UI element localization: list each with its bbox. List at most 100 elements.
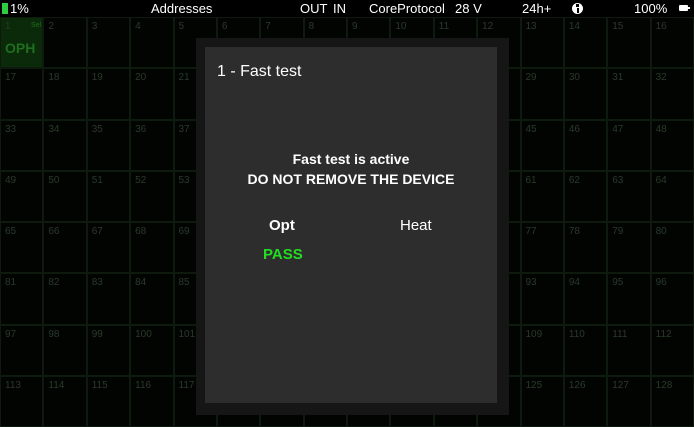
grid-cell[interactable]: 49 (0, 170, 44, 222)
grid-cell[interactable]: 109 (520, 324, 564, 376)
grid-cell[interactable]: 94 (563, 273, 608, 325)
cell-number: 46 (568, 123, 580, 135)
active-message: Fast test is active (292, 151, 410, 167)
grid-cell[interactable]: 82 (43, 273, 87, 325)
grid-cell[interactable]: 97 (0, 324, 44, 376)
cell-number: 19 (91, 72, 103, 84)
cell-number: 94 (568, 277, 580, 289)
grid-cell[interactable]: 111 (607, 324, 651, 376)
grid-cell[interactable]: 113 (0, 375, 44, 427)
grid-cell[interactable]: 110 (563, 324, 608, 376)
cell-number: 110 (568, 328, 585, 340)
grid-cell[interactable]: 114 (43, 375, 87, 427)
grid-cell[interactable]: 15 (607, 17, 651, 69)
grid-cell[interactable]: 128 (650, 375, 694, 427)
grid-cell[interactable]: 125 (520, 375, 564, 427)
grid-cell[interactable]: 13 (520, 17, 564, 69)
grid-cell[interactable]: 100 (130, 324, 174, 376)
grid-cell[interactable]: 30 (563, 68, 608, 120)
grid-cell[interactable]: 4 (130, 17, 174, 69)
grid-cell[interactable]: 3 (86, 17, 131, 69)
cell-number: 82 (48, 277, 60, 289)
cell-number: 67 (91, 226, 103, 237)
grid-cell[interactable]: 62 (563, 170, 608, 222)
grid-cell[interactable]: 14 (563, 17, 608, 69)
grid-cell[interactable]: 47 (607, 119, 651, 171)
grid-cell[interactable]: 68 (130, 222, 174, 274)
cell-number: 97 (5, 328, 17, 340)
grid-cell[interactable]: 77 (520, 222, 564, 274)
cell-number: 114 (48, 379, 65, 391)
heat-column-header: Heat (400, 217, 432, 234)
cell-number: 7 (265, 21, 271, 32)
grid-cell[interactable]: 35 (86, 119, 131, 171)
grid-cell[interactable]: 93 (520, 273, 564, 325)
grid-cell[interactable]: 78 (563, 222, 608, 274)
cell-number: 81 (5, 277, 17, 289)
grid-cell[interactable]: 51 (86, 170, 131, 222)
addresses-label[interactable]: Addresses (151, 1, 212, 16)
cell-number: 128 (655, 379, 673, 391)
grid-cell[interactable]: 127 (607, 375, 651, 427)
grid-cell[interactable]: 31 (607, 68, 651, 120)
cell-number: 115 (91, 379, 108, 391)
grid-cell[interactable]: 16 (650, 17, 694, 69)
cell-number: 35 (91, 123, 103, 135)
grid-cell[interactable]: 80 (650, 222, 694, 274)
grid-cell[interactable]: 96 (650, 273, 694, 325)
grid-cell[interactable]: 66 (43, 222, 87, 274)
grid-cell[interactable]: 32 (650, 68, 694, 120)
grid-cell[interactable]: 126 (563, 375, 608, 427)
grid-cell[interactable]: 84 (130, 273, 174, 325)
grid-cell[interactable]: 61 (520, 170, 564, 222)
grid-cell[interactable]: 20 (130, 68, 174, 120)
grid-cell[interactable]: 48 (650, 119, 694, 171)
cell-number: 111 (612, 328, 628, 340)
grid-cell[interactable]: 95 (607, 273, 651, 325)
grid-cell[interactable]: 98 (43, 324, 87, 376)
grid-cell[interactable]: 112 (650, 324, 694, 376)
grid-cell[interactable]: 2 (43, 17, 87, 69)
cell-number: 32 (655, 72, 667, 84)
cell-number: 45 (525, 123, 537, 135)
cell-number: 50 (48, 174, 60, 186)
cell-number: 99 (91, 328, 103, 340)
info-icon[interactable] (572, 3, 583, 14)
cell-number: 79 (612, 226, 624, 237)
cell-number: 11 (438, 21, 450, 32)
grid-cell[interactable]: 18 (43, 68, 87, 120)
opt-column-header: Opt (269, 217, 295, 234)
grid-cell[interactable]: 19 (86, 68, 131, 120)
grid-cell[interactable]: 67 (86, 222, 131, 274)
grid-cell[interactable]: 46 (563, 119, 608, 171)
grid-cell[interactable]: 99 (86, 324, 131, 376)
grid-cell[interactable]: 50 (43, 170, 87, 222)
grid-cell[interactable]: 64 (650, 170, 694, 222)
cell-number: 100 (135, 328, 152, 340)
cell-number: 49 (5, 174, 17, 186)
cell-number: 78 (568, 226, 580, 237)
cell-number: 10 (395, 21, 407, 32)
grid-cell[interactable]: 45 (520, 119, 564, 171)
grid-cell[interactable]: 63 (607, 170, 651, 222)
grid-cell[interactable]: 116 (130, 375, 174, 427)
cell-number: 64 (655, 174, 667, 186)
grid-cell[interactable]: 34 (43, 119, 87, 171)
grid-cell[interactable]: 33 (0, 119, 44, 171)
grid-cell[interactable]: 81 (0, 273, 44, 325)
cell-number: 101 (178, 328, 196, 340)
cell-number: 30 (568, 72, 580, 84)
hours-label: 24h+ (522, 1, 552, 16)
grid-cell[interactable]: 79 (607, 222, 651, 274)
grid-cell[interactable]: 115 (86, 375, 131, 427)
grid-cell[interactable]: 17 (0, 68, 44, 120)
grid-cell[interactable]: 52 (130, 170, 174, 222)
grid-cell[interactable]: 65 (0, 222, 44, 274)
cell-number: 63 (612, 174, 624, 186)
grid-cell[interactable]: 36 (130, 119, 174, 171)
cell-number: 113 (5, 379, 21, 391)
grid-cell[interactable]: 29 (520, 68, 564, 120)
grid-cell[interactable]: 83 (86, 273, 131, 325)
grid-cell[interactable]: 1 Sel OPH (0, 17, 44, 69)
cell-number: 80 (655, 226, 667, 237)
